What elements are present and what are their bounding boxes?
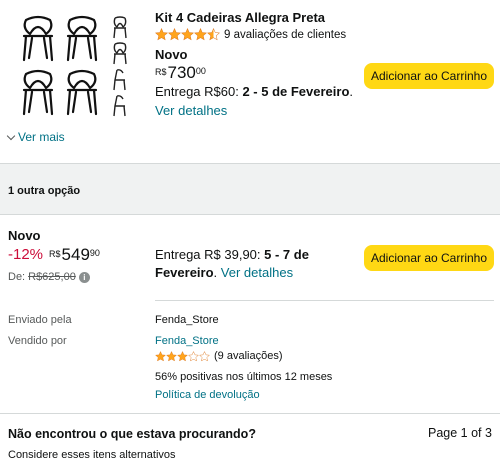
divider (0, 413, 500, 414)
seller-rating-stars (155, 350, 210, 362)
see-more-label: Ver mais (18, 130, 65, 144)
shipped-by-label: Enviado pela (8, 314, 72, 326)
star-full-icon (194, 28, 207, 41)
star-full-icon (177, 350, 188, 361)
shipping-suffix: . (349, 84, 354, 99)
product-shipping: Entrega R$60: 2 - 5 de Fevereiro. (155, 84, 353, 99)
info-icon[interactable]: i (78, 271, 90, 283)
offer-price: -12% R$ 549 90 (8, 246, 100, 264)
price-currency: R$ (155, 67, 167, 77)
price-integer: 549 (61, 245, 90, 264)
offer-add-to-cart-button[interactable]: Adicionar ao Carrinho (364, 245, 494, 271)
product-rating[interactable]: 9 avaliações de clientes (155, 28, 346, 41)
star-full-icon (166, 350, 177, 361)
was-price: De: R$625,00 i (8, 271, 90, 283)
chevron-down-icon (6, 131, 16, 140)
page-indicator: Page 1 of 3 (428, 426, 492, 440)
was-price-prefix: De: (8, 271, 26, 283)
shipping-prefix: Entrega R$60: (155, 84, 243, 99)
other-options-heading: 1 outra opção (8, 185, 81, 197)
add-to-cart-button[interactable]: Adicionar ao Carrinho (364, 63, 494, 89)
seller-positive-feedback: 56% positivas nos últimos 12 meses (155, 371, 333, 383)
star-empty-icon (188, 350, 199, 361)
sold-by-label: Vendido por (8, 335, 67, 347)
seller-rating[interactable]: (9 avaliações) (155, 350, 282, 362)
star-empty-icon (199, 350, 210, 361)
shipped-by-value: Fenda_Store (155, 314, 219, 326)
details-link[interactable]: Ver detalhes (155, 103, 227, 118)
discount-badge: -12% (8, 246, 44, 263)
price-fraction: 90 (89, 248, 100, 258)
offer-details-link[interactable]: Ver detalhes (221, 265, 293, 280)
star-half-icon (207, 28, 220, 41)
star-full-icon (155, 350, 166, 361)
product-title[interactable]: Kit 4 Cadeiras Allegra Preta (155, 10, 325, 25)
seller-rating-count: (9 avaliações) (214, 350, 283, 362)
star-full-icon (155, 28, 168, 41)
divider (0, 214, 500, 215)
star-full-icon (181, 28, 194, 41)
seller-link[interactable]: Fenda_Store (155, 335, 219, 347)
offer-shipping: Entrega R$ 39,90: 5 - 7 de Fevereiro. Ve… (155, 246, 355, 282)
was-price-value: R$625,00 (28, 271, 76, 283)
consider-alternatives-text: Considere esses itens alternativos (8, 449, 176, 461)
shipping-prefix: Entrega R$ 39,90: (155, 247, 265, 262)
price-currency: R$ (49, 249, 61, 259)
offer-condition: Novo (8, 228, 41, 243)
shipping-date: 2 - 5 de Fevereiro (242, 84, 350, 99)
product-condition: Novo (155, 47, 188, 62)
not-found-heading: Não encontrou o que estava procurando? (8, 427, 256, 441)
rating-count: 9 avaliações de clientes (224, 28, 347, 41)
product-price: R$ 730 00 (155, 64, 206, 82)
return-policy-link[interactable]: Política de devolução (155, 389, 260, 401)
rating-stars (155, 28, 220, 41)
see-more-link[interactable]: Ver mais (6, 130, 65, 144)
price-integer: 730 (167, 63, 196, 82)
shipping-suffix: . (213, 265, 218, 280)
product-image[interactable] (18, 12, 132, 124)
price-fraction: 00 (195, 66, 206, 76)
divider (155, 300, 494, 301)
star-full-icon (168, 28, 181, 41)
